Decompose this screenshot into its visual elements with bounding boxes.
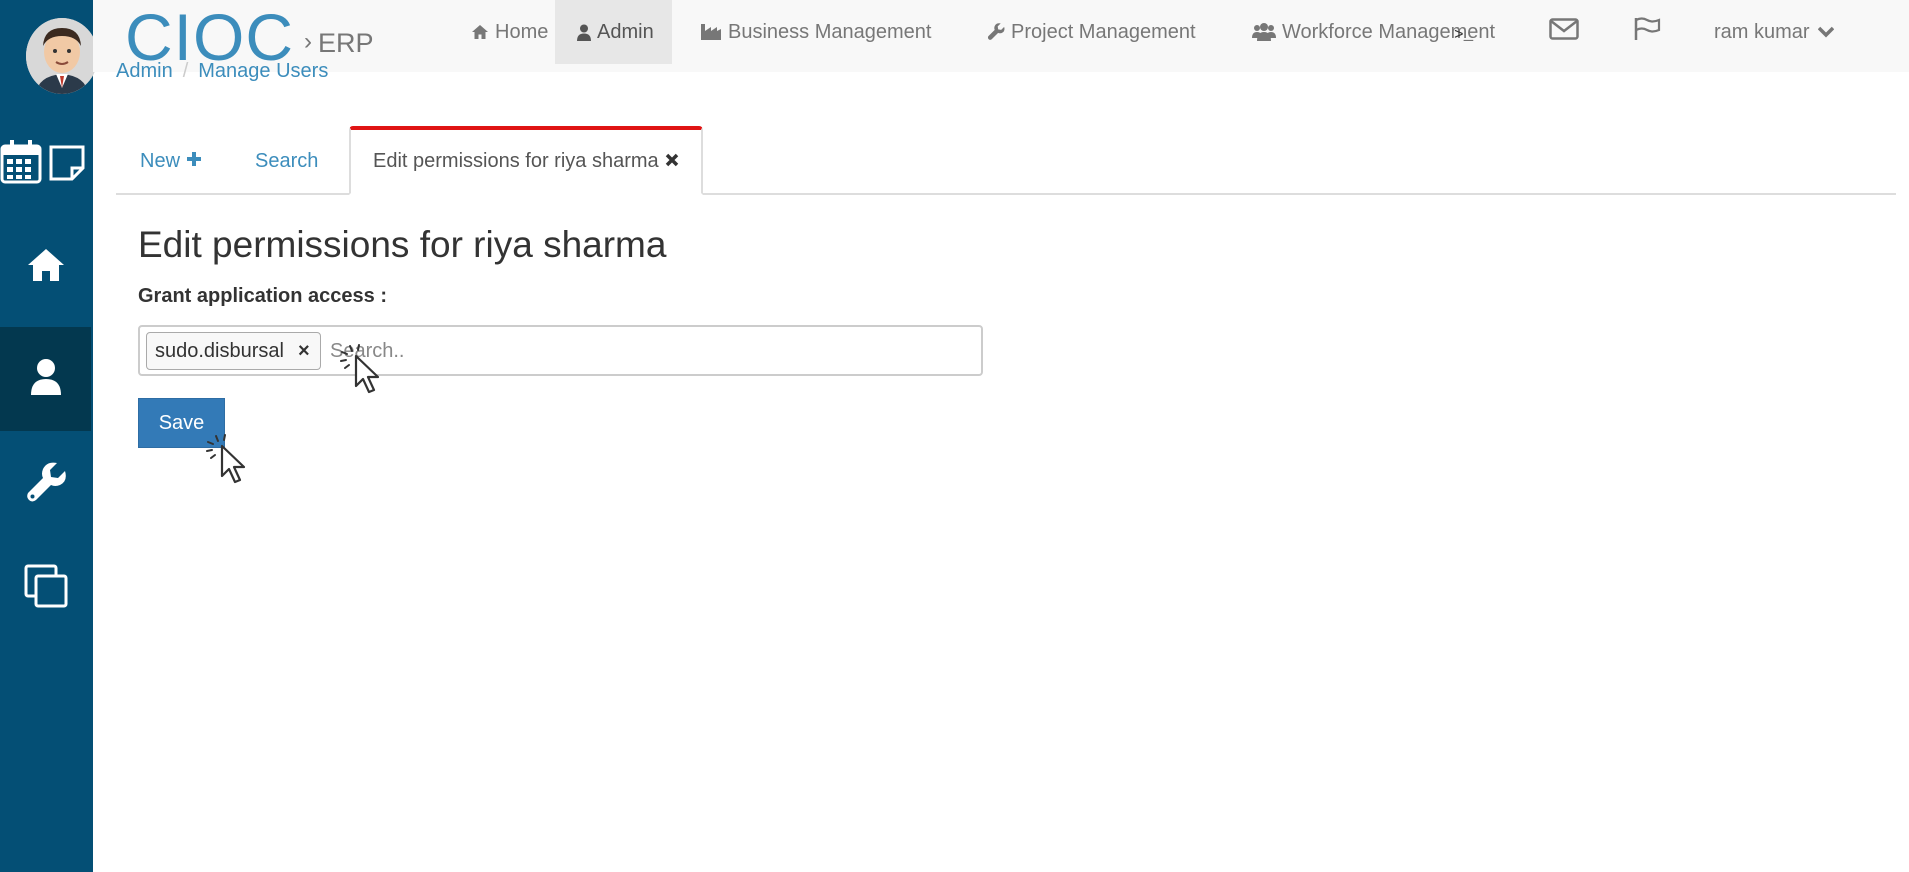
nav-home-label: Home xyxy=(495,20,549,43)
brand-product: ERP xyxy=(318,27,374,58)
nav-home[interactable]: Home xyxy=(449,0,570,64)
tab-new[interactable]: New xyxy=(140,128,202,195)
tab-edit-permissions[interactable]: Edit permissions for riya sharma xyxy=(349,126,703,195)
selected-app-chip: sudo.disbursal × xyxy=(146,332,321,370)
tab-search-label: Search xyxy=(255,150,319,172)
close-icon[interactable] xyxy=(665,150,679,173)
tab-search[interactable]: Search xyxy=(255,128,318,195)
wrench-icon xyxy=(25,462,67,509)
breadcrumb-manage-users[interactable]: Manage Users xyxy=(198,60,328,83)
sidebar-item-home[interactable] xyxy=(0,215,91,319)
terminal-icon[interactable]: >_ xyxy=(1454,26,1473,44)
nav-business-management[interactable]: Business Management xyxy=(700,0,931,64)
sticky-note-icon[interactable] xyxy=(48,144,86,187)
nav-project-label: Project Management xyxy=(1011,20,1196,43)
nav-notifications[interactable] xyxy=(1633,0,1661,64)
chip-remove-button[interactable]: × xyxy=(298,340,310,363)
sidebar-quick-icons xyxy=(0,140,93,184)
selected-app-label: sudo.disbursal xyxy=(155,339,284,362)
flag-icon xyxy=(1633,17,1661,47)
plus-icon xyxy=(186,150,202,173)
cursor-click-icon xyxy=(204,432,256,491)
page-title: Edit permissions for riya sharma xyxy=(138,224,667,265)
user-menu-label: ram kumar xyxy=(1714,20,1810,43)
tab-new-label: New xyxy=(140,150,181,172)
nav-project-management[interactable]: Project Management xyxy=(987,0,1196,64)
breadcrumb-separator: / xyxy=(182,60,189,82)
nav-messages[interactable] xyxy=(1549,0,1579,64)
tab-bar: New Search Edit permissions for riya sha… xyxy=(116,126,1896,195)
cursor-click-icon xyxy=(338,342,390,401)
users-icon xyxy=(1252,23,1276,41)
brand-separator: › xyxy=(304,28,312,55)
nav-admin-label: Admin xyxy=(597,20,654,43)
sidebar xyxy=(0,0,98,872)
grant-access-label: Grant application access : xyxy=(138,285,387,307)
chevron-down-icon xyxy=(1817,21,1834,44)
sidebar-item-users[interactable] xyxy=(0,327,91,431)
user-icon xyxy=(577,24,591,41)
wrench-icon xyxy=(987,23,1005,41)
breadcrumb-admin[interactable]: Admin xyxy=(116,60,173,83)
home-icon xyxy=(26,247,66,288)
user-menu[interactable]: ram kumar xyxy=(1714,0,1834,64)
home-icon xyxy=(471,24,489,40)
industry-icon xyxy=(700,23,722,41)
copy-icon xyxy=(24,564,68,613)
calendar-icon[interactable] xyxy=(0,140,42,189)
nav-admin[interactable]: Admin xyxy=(555,0,672,64)
user-avatar[interactable] xyxy=(26,18,98,94)
breadcrumb: Admin / Manage Users xyxy=(116,60,328,83)
application-access-select[interactable]: sudo.disbursal × xyxy=(138,325,983,376)
tab-edit-label: Edit permissions for riya sharma xyxy=(373,150,659,172)
nav-business-label: Business Management xyxy=(728,20,932,43)
envelope-icon xyxy=(1549,18,1579,46)
top-navbar: CIOC › ERP Home Admin Business Managemen… xyxy=(93,0,1909,72)
sidebar-item-copy[interactable] xyxy=(0,536,91,640)
sidebar-item-settings[interactable] xyxy=(0,433,91,537)
user-icon xyxy=(30,358,62,401)
app-search-input[interactable] xyxy=(330,333,970,369)
